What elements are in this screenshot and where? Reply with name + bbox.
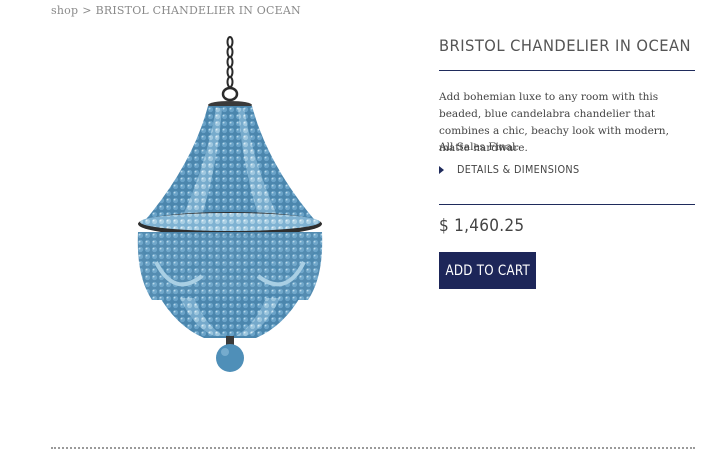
add-to-cart-button[interactable]: ADD TO CART	[439, 252, 536, 289]
triangle-right-icon	[439, 165, 444, 174]
sales-note: All Sales Final.	[439, 141, 519, 153]
breadcrumb-separator: >	[82, 4, 92, 17]
breadcrumb: shop > BRISTOL CHANDELIER IN OCEAN	[51, 4, 301, 17]
chandelier-image	[137, 36, 323, 372]
title-divider	[439, 70, 695, 71]
price-divider	[439, 204, 695, 205]
details-dimensions-label: DETAILS & DIMENSIONS	[457, 163, 580, 176]
product-price: $ 1,460.25	[439, 216, 525, 236]
breadcrumb-current: BRISTOL CHANDELIER IN OCEAN	[95, 4, 301, 17]
product-title: BRISTOL CHANDELIER IN OCEAN	[439, 36, 691, 55]
breadcrumb-shop-link[interactable]: shop	[51, 4, 78, 17]
add-to-cart-label: ADD TO CART	[445, 262, 530, 279]
product-image[interactable]	[130, 36, 330, 381]
footer-divider	[51, 447, 695, 449]
details-dimensions-toggle[interactable]: DETAILS & DIMENSIONS	[439, 163, 596, 176]
